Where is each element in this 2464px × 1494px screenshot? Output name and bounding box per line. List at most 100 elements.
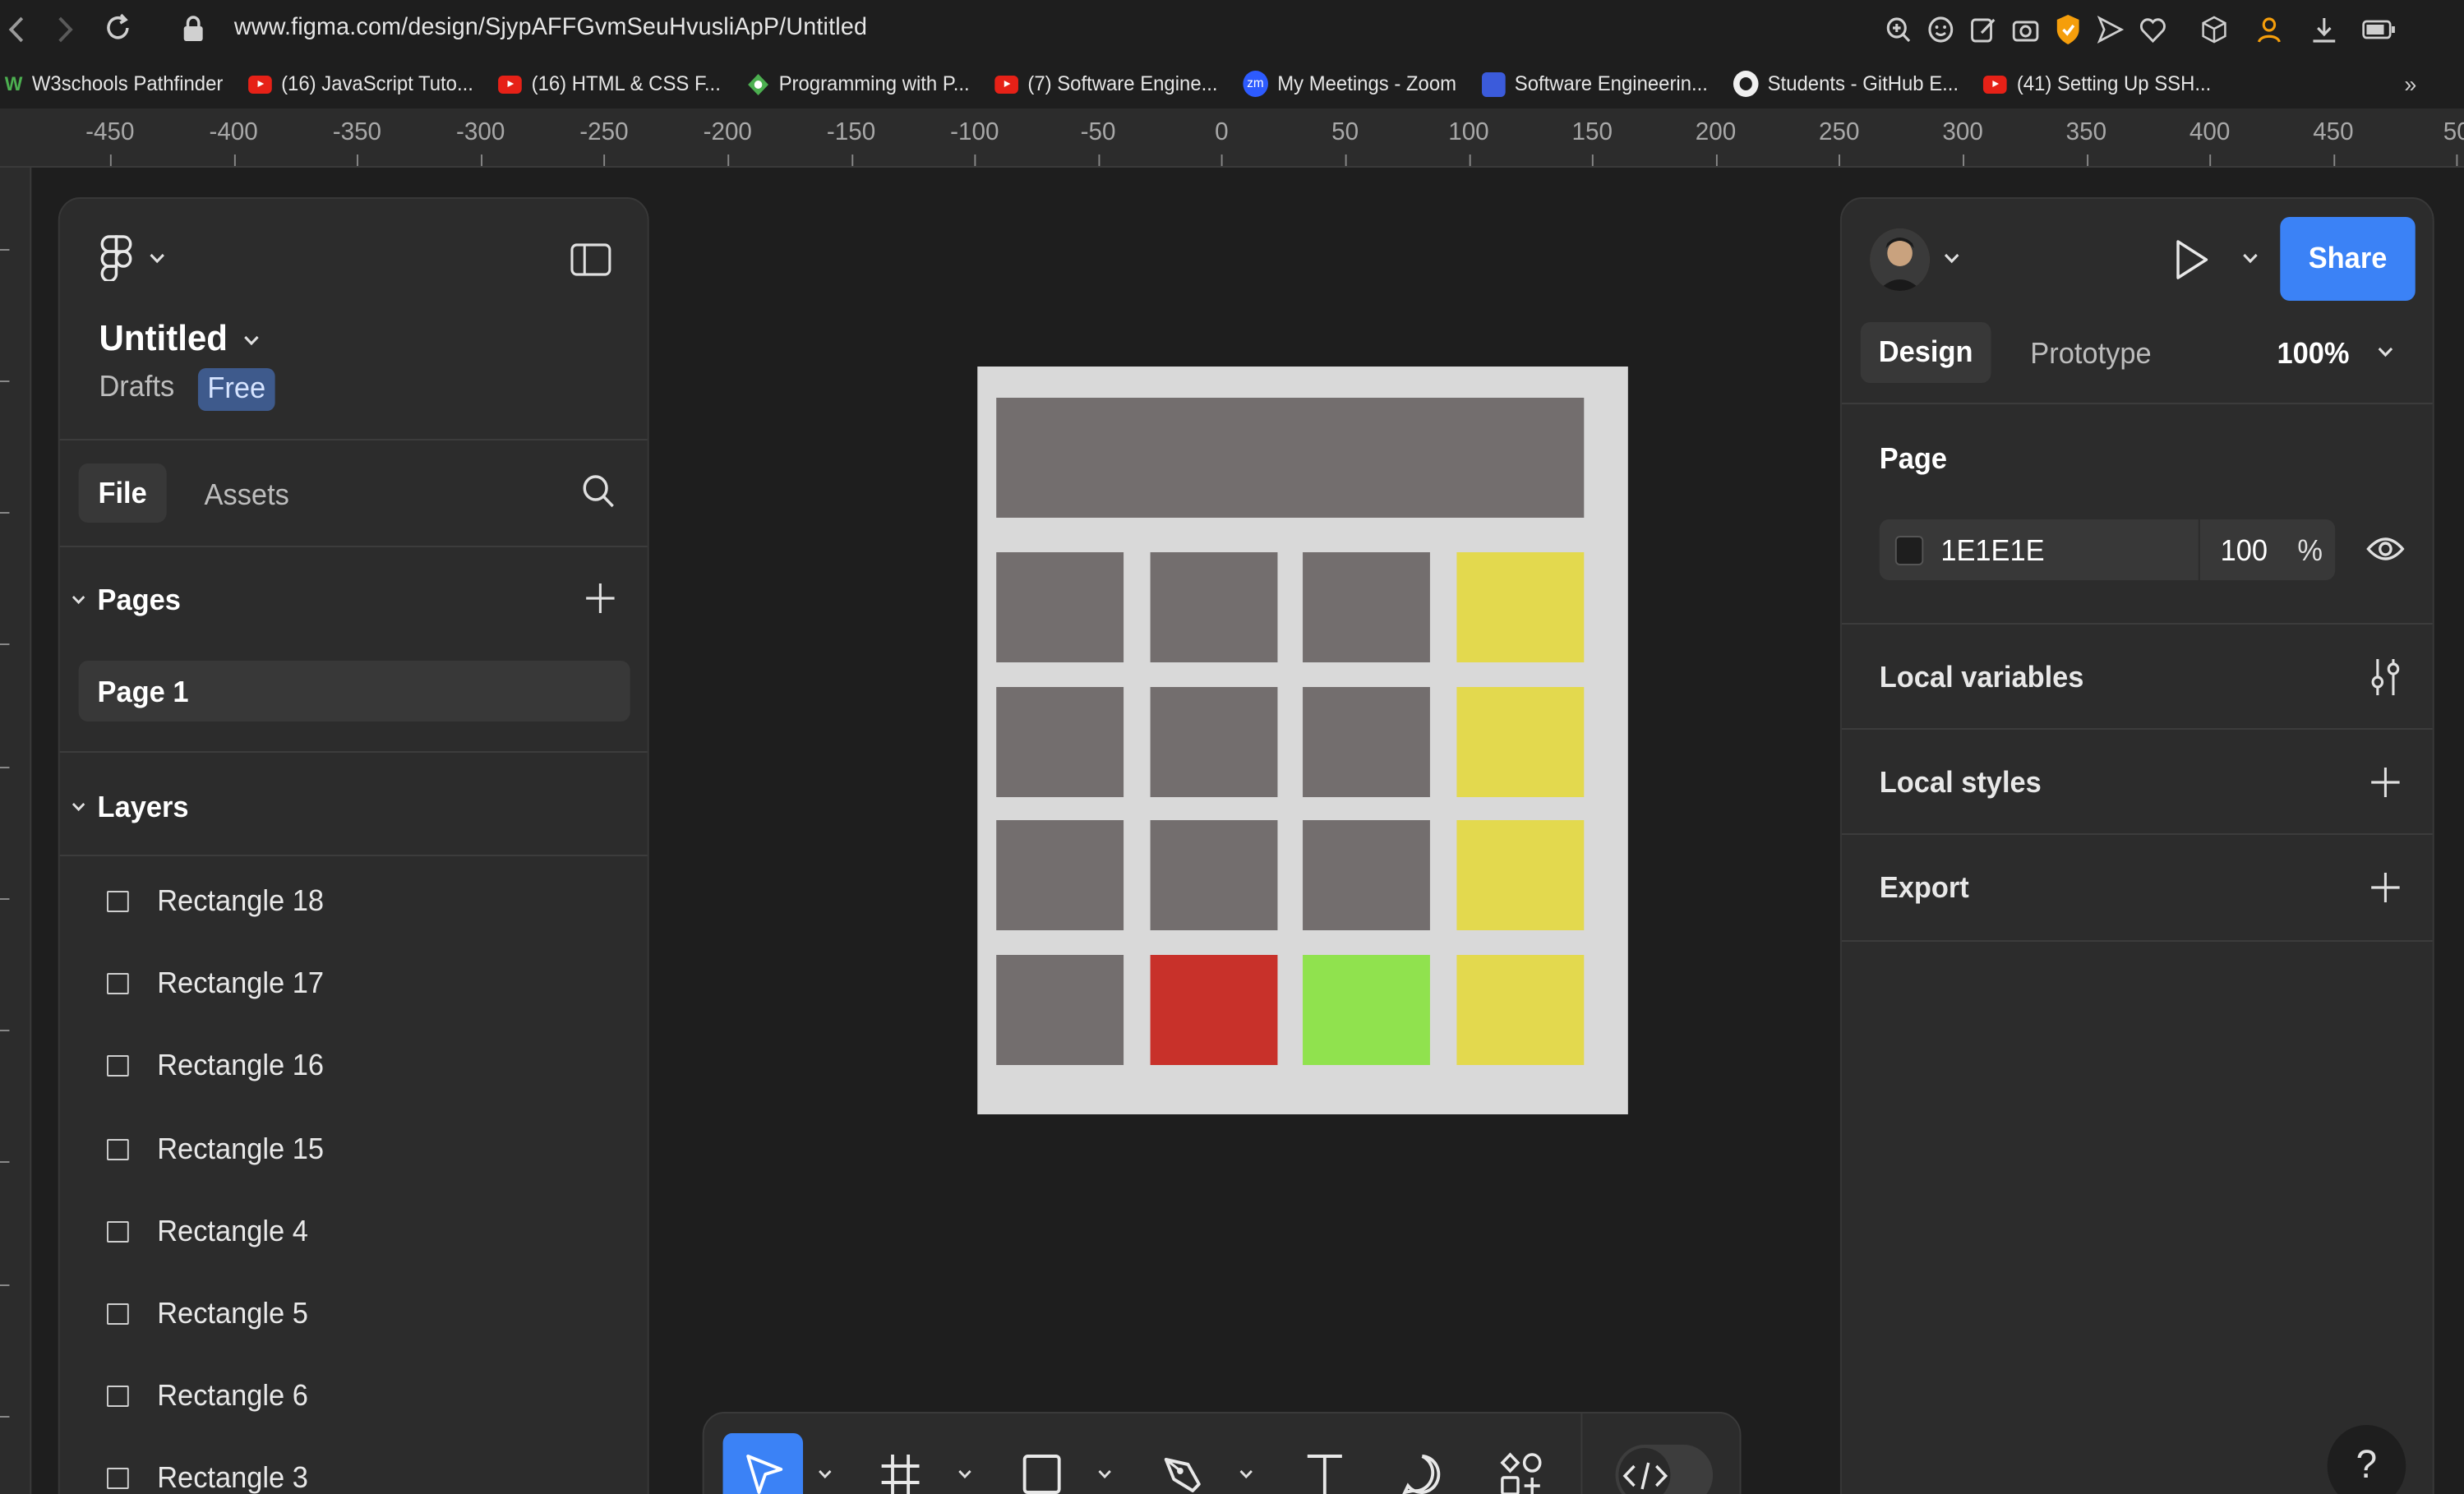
horizontal-ruler: -450 -400 -350 -300 -250 -200 -150 -100 -50 0 50 10… xyxy=(0,108,2464,168)
local-styles-label[interactable]: Local styles xyxy=(1880,766,2042,800)
calculator-key-green[interactable] xyxy=(1303,955,1430,1065)
frame-tool-button[interactable] xyxy=(877,1433,924,1494)
calculator-key-yellow[interactable] xyxy=(1456,955,1585,1065)
calculator-key-yellow[interactable] xyxy=(1456,820,1585,930)
file-title[interactable]: Untitled xyxy=(99,317,228,360)
bookmark-item[interactable]: (16) HTML & CSS F... xyxy=(498,72,721,95)
tab-design[interactable]: Design xyxy=(1860,322,1991,383)
page-item-label: Page 1 xyxy=(97,676,189,708)
calculator-key-gray[interactable] xyxy=(1303,820,1430,930)
send-icon[interactable] xyxy=(2097,15,2125,44)
comment-tool-button[interactable] xyxy=(1399,1433,1446,1494)
export-label[interactable]: Export xyxy=(1880,871,1969,906)
color-swatch[interactable] xyxy=(1894,536,1924,565)
chevron-down-icon[interactable] xyxy=(242,334,261,347)
bookmark-item[interactable]: Students - GitHub E... xyxy=(1733,71,1959,97)
bookmark-item[interactable]: Programming with P... xyxy=(745,71,970,96)
fill-hex-value[interactable]: 1E1E1E xyxy=(1940,534,2044,569)
calculator-key-gray[interactable] xyxy=(996,687,1124,797)
bookmark-item[interactable]: W W3schools Pathfinder xyxy=(5,72,224,95)
page-item[interactable]: Page 1 xyxy=(78,661,630,722)
chevron-down-icon[interactable] xyxy=(814,1433,836,1494)
local-variables-label[interactable]: Local variables xyxy=(1880,661,2084,695)
calculator-key-gray[interactable] xyxy=(1150,552,1278,662)
heart-icon[interactable] xyxy=(2139,15,2166,44)
add-page-icon[interactable] xyxy=(584,582,616,615)
tab-prototype[interactable]: Prototype xyxy=(2030,337,2151,371)
figma-logo-icon[interactable] xyxy=(100,235,132,281)
share-button[interactable]: Share xyxy=(2280,217,2416,301)
bookmark-item[interactable]: (16) JavaScript Tuto... xyxy=(247,72,473,95)
back-icon[interactable] xyxy=(7,13,29,46)
chevron-down-icon[interactable] xyxy=(954,1433,976,1494)
chevron-down-icon[interactable] xyxy=(2376,345,2395,358)
variables-sliders-icon[interactable] xyxy=(2368,656,2402,699)
layer-item[interactable]: Rectangle 16 xyxy=(60,1025,648,1107)
text-tool-button[interactable] xyxy=(1301,1433,1348,1494)
tab-file[interactable]: File xyxy=(78,463,167,523)
layer-item[interactable]: Rectangle 5 xyxy=(60,1272,648,1354)
layer-item[interactable]: Rectangle 15 xyxy=(60,1107,648,1189)
profile-icon[interactable] xyxy=(2255,15,2283,44)
calculator-key-gray[interactable] xyxy=(996,955,1124,1065)
search-icon[interactable] xyxy=(581,473,616,510)
chevron-down-icon[interactable] xyxy=(2241,251,2260,265)
add-export-icon[interactable] xyxy=(2369,871,2401,904)
layer-item[interactable]: Rectangle 3 xyxy=(60,1437,648,1494)
download-icon[interactable] xyxy=(2310,15,2338,44)
calculator-key-gray[interactable] xyxy=(1303,687,1430,797)
chevron-down-icon[interactable] xyxy=(1094,1433,1116,1494)
actions-tool-button[interactable] xyxy=(1497,1433,1544,1494)
toggle-sidebar-icon[interactable] xyxy=(570,243,611,276)
drafts-link[interactable]: Drafts xyxy=(99,370,174,404)
bookmark-item[interactable]: (7) Software Engine... xyxy=(994,72,1218,95)
forward-icon[interactable] xyxy=(53,13,76,46)
calculator-key-yellow[interactable] xyxy=(1456,552,1585,662)
chevron-down-icon[interactable] xyxy=(71,800,86,814)
calculator-key-gray[interactable] xyxy=(1150,820,1278,930)
address-bar[interactable]: www.figma.com/design/SjypAFFGvmSeuHvusli… xyxy=(234,13,867,41)
tab-assets[interactable]: Assets xyxy=(205,478,289,513)
ruler-tick-label: -100 xyxy=(950,118,999,146)
more-bookmarks-icon[interactable]: » xyxy=(2404,71,2416,97)
chevron-down-icon[interactable] xyxy=(1942,251,1961,265)
chevron-down-icon[interactable] xyxy=(1235,1433,1257,1494)
move-tool-button[interactable] xyxy=(722,1433,804,1494)
calculator-key-gray[interactable] xyxy=(1303,552,1430,662)
bookmark-item[interactable]: (41) Setting Up SSH... xyxy=(1983,72,2211,95)
calculator-key-gray[interactable] xyxy=(996,552,1124,662)
page-fill-field[interactable]: 1E1E1E 100 % xyxy=(1879,519,2336,580)
layer-item[interactable]: Rectangle 17 xyxy=(60,942,648,1024)
calculator-key-yellow[interactable] xyxy=(1456,687,1585,797)
shield-extension-icon[interactable] xyxy=(2054,13,2082,46)
bookmark-item[interactable]: Software Engineerin... xyxy=(1481,71,1708,96)
layer-item[interactable]: Rectangle 18 xyxy=(60,860,648,942)
layer-item[interactable]: Rectangle 6 xyxy=(60,1354,648,1436)
zoom-lens-icon[interactable] xyxy=(1884,15,1912,44)
edit-icon[interactable] xyxy=(1969,15,1997,44)
layer-label: Rectangle 17 xyxy=(157,966,325,1000)
avatar[interactable] xyxy=(1870,228,1930,291)
calculator-frame[interactable] xyxy=(977,367,1628,1114)
help-button[interactable]: ? xyxy=(2327,1425,2406,1494)
calculator-display[interactable] xyxy=(996,398,1585,518)
chevron-down-icon[interactable] xyxy=(148,251,167,265)
visibility-eye-icon[interactable] xyxy=(2366,534,2405,564)
chevron-down-icon[interactable] xyxy=(71,593,86,606)
layer-item[interactable]: Rectangle 4 xyxy=(60,1190,648,1272)
present-play-icon[interactable] xyxy=(2175,238,2209,281)
calculator-key-gray[interactable] xyxy=(996,820,1124,930)
bookmark-item[interactable]: zm My Meetings - Zoom xyxy=(1243,71,1456,97)
fill-opacity-value[interactable]: 100 xyxy=(2221,534,2268,569)
emoji-icon[interactable] xyxy=(1926,15,1954,44)
cube-icon[interactable] xyxy=(2200,15,2228,44)
zoom-level[interactable]: 100% xyxy=(2277,337,2349,371)
calculator-key-gray[interactable] xyxy=(1150,687,1278,797)
reload-icon[interactable] xyxy=(104,13,132,43)
calculator-key-red[interactable] xyxy=(1150,955,1278,1065)
pen-tool-button[interactable] xyxy=(1160,1433,1207,1494)
add-style-icon[interactable] xyxy=(2369,766,2401,799)
dev-mode-toggle[interactable] xyxy=(1615,1445,1714,1494)
camera-icon[interactable] xyxy=(2011,15,2039,44)
rectangle-tool-button[interactable] xyxy=(1018,1433,1065,1494)
